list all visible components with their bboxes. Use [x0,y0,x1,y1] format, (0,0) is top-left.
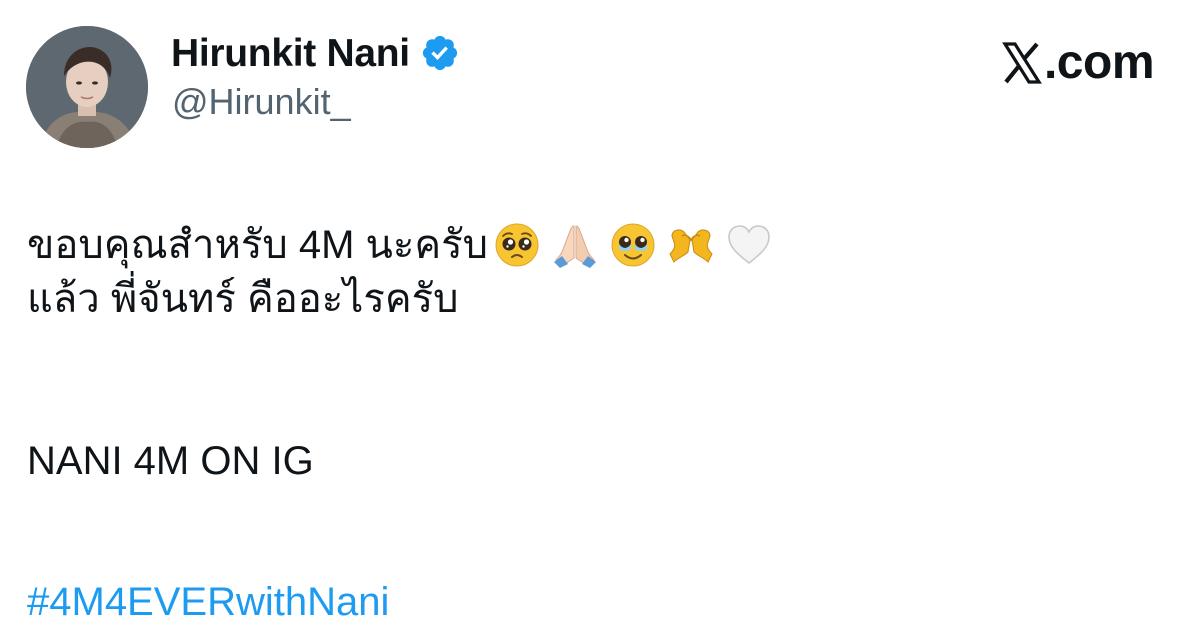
hashtag-link[interactable]: #4M4EVERwithNani [27,575,1167,629]
x-brand: .com [1002,36,1155,90]
avatar[interactable] [26,26,148,148]
verified-badge-icon [420,33,460,73]
white-heart-icon [728,225,770,265]
x-logo-icon [1002,42,1042,84]
author-header: Hirunkit Nani [171,28,460,78]
tweet-line-1-text: ขอบคุณสำหรับ 4M นะครับ [27,223,488,267]
tweet-line-2: แล้ว พี่จันทร์ คืออะไรครับ [27,277,459,321]
heart-hands-icon [669,229,713,263]
author-handle[interactable]: @Hirunkit_ [172,84,351,120]
pleading-face-icon [495,223,539,267]
tweet-line-1: ขอบคุณสำหรับ 4M นะครับ [27,218,1167,272]
tweet-text: ขอบคุณสำหรับ 4M นะครับ แล้ว พี่จันทร์ คื… [27,218,1167,629]
tweet-line-3: NANI 4M ON IG [27,439,314,483]
author-display-name[interactable]: Hirunkit Nani [171,34,410,73]
face-holding-back-tears-icon [611,223,655,267]
folded-hands-icon [554,225,596,268]
brand-domain-text: .com [1043,36,1155,89]
emoji-row [494,222,784,268]
profile-photo [26,26,148,148]
